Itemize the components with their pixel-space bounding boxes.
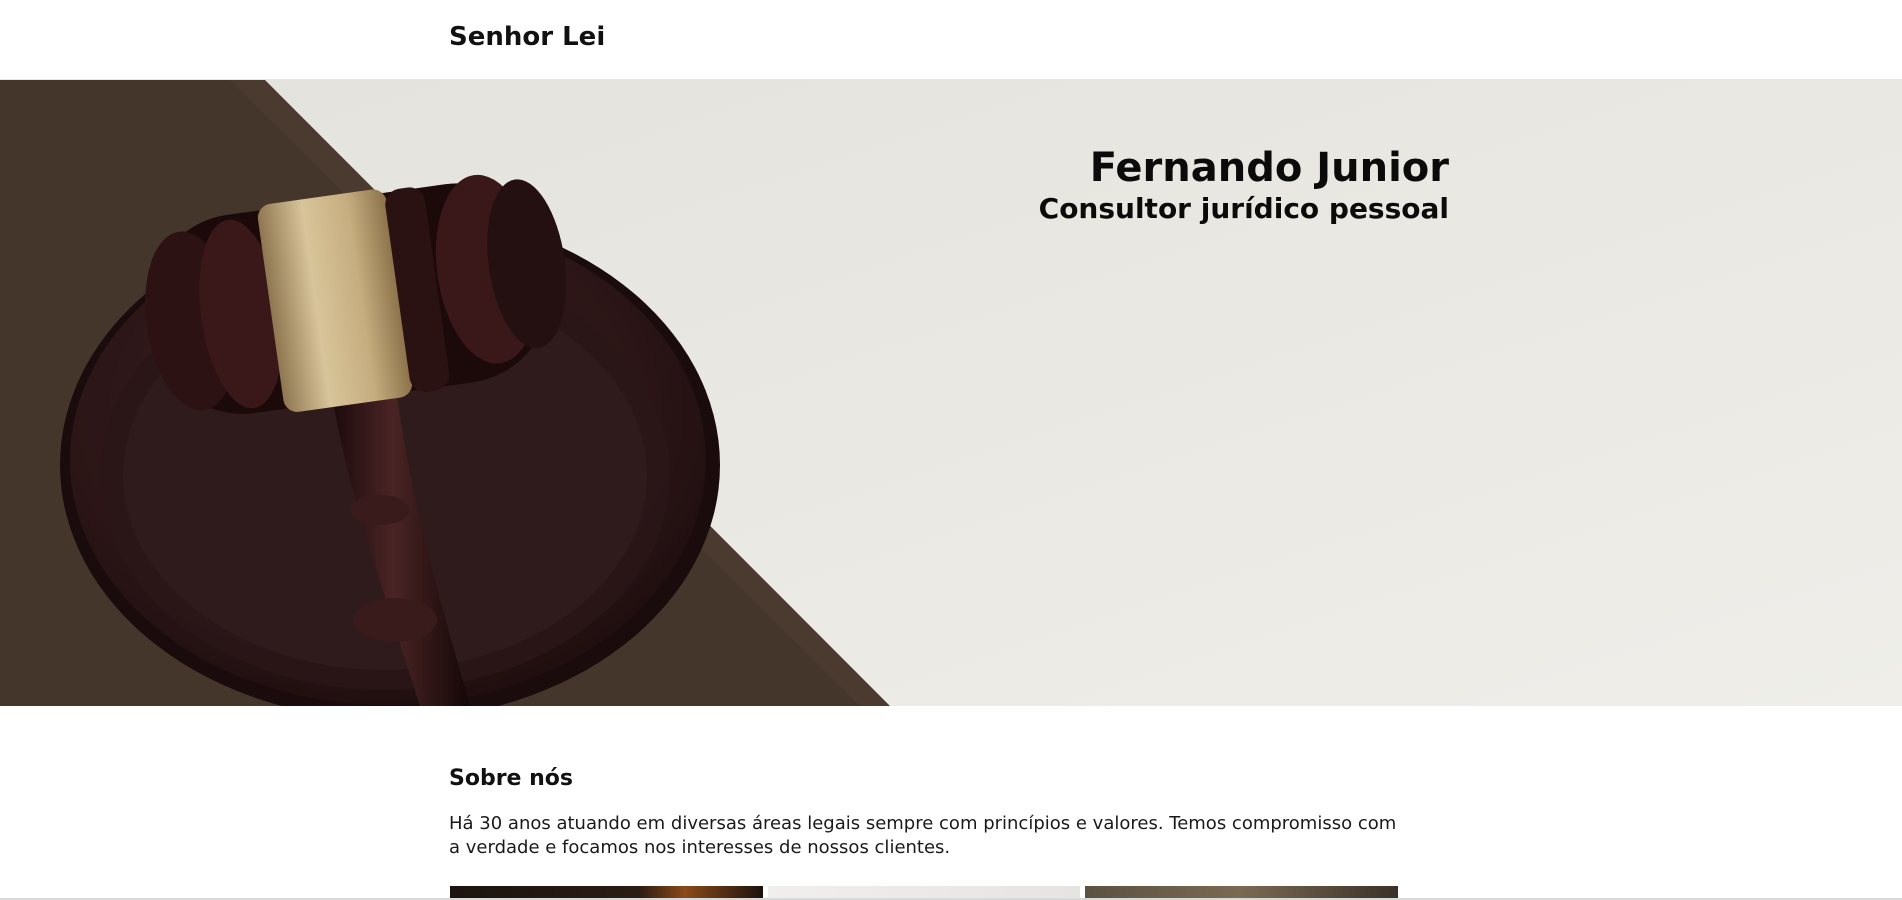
- about-title: Sobre nós: [449, 766, 574, 791]
- hero-subtitle: Consultor jurídico pessoal: [1038, 192, 1449, 225]
- hero-text-block: Fernando Junior Consultor jurídico pesso…: [1039, 146, 1449, 226]
- hero-banner: Fernando Junior Consultor jurídico pesso…: [0, 80, 1902, 706]
- site-header: Senhor Lei: [0, 0, 1902, 80]
- hero-name: Fernando Junior: [1089, 145, 1449, 191]
- about-section: Sobre nós Há 30 anos atuando em diversas…: [449, 766, 1409, 878]
- hero-gavel-image: [0, 80, 1902, 706]
- site-brand-logo-text[interactable]: Senhor Lei: [449, 22, 605, 52]
- about-text: Há 30 anos atuando em diversas áreas leg…: [449, 813, 1397, 858]
